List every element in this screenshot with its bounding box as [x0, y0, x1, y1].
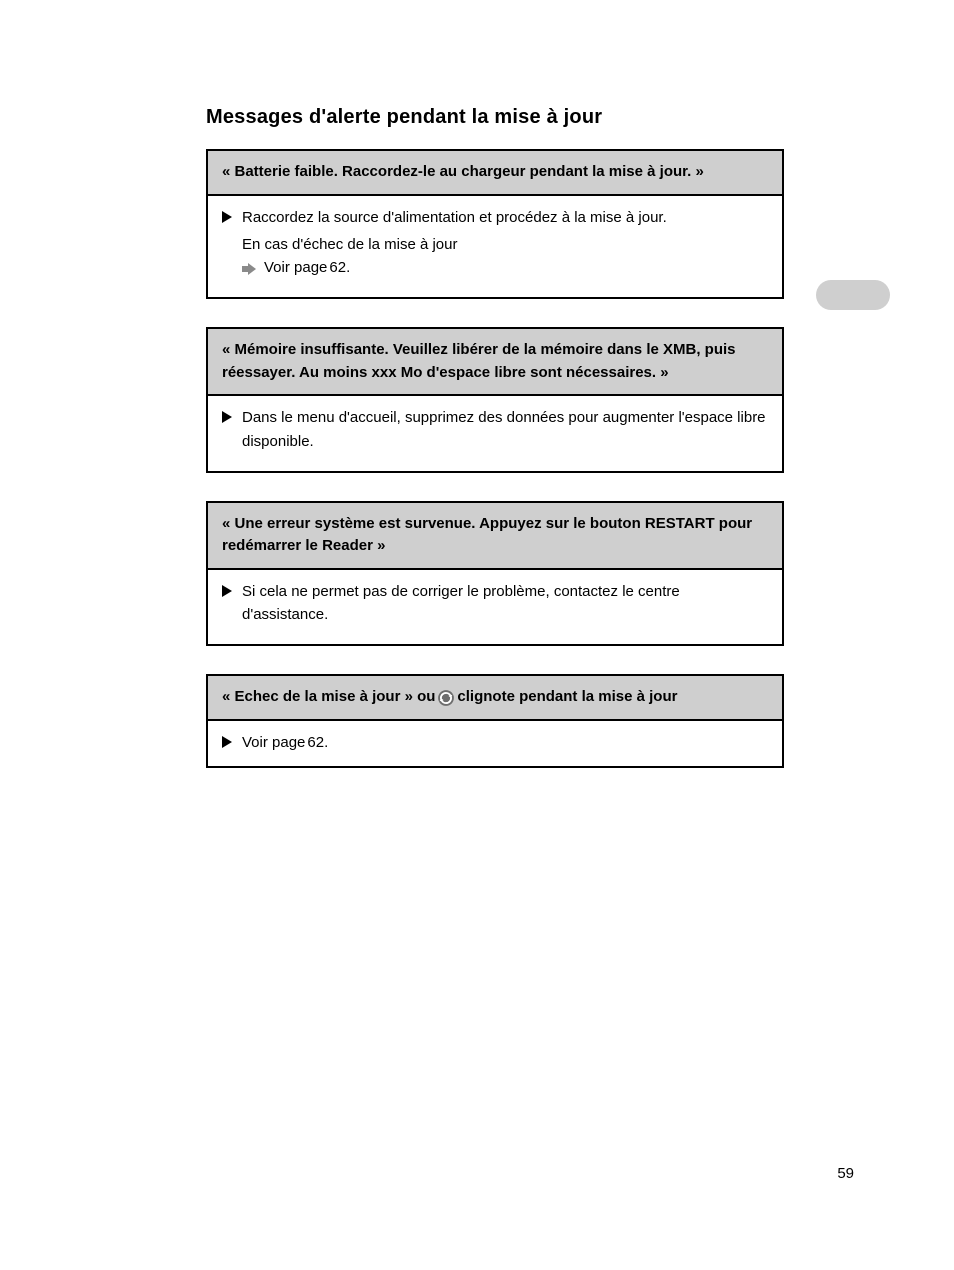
alert-note-row: En cas d'échec de la mise à jour — [222, 233, 768, 256]
alert-body: Voir page 62 . — [208, 721, 782, 766]
alert-see-page-row: Voir page 62 . — [222, 256, 768, 279]
alert-header-text: « Mémoire insuffisante. Veuillez libérer… — [222, 339, 768, 384]
alert-see-page-row: Voir page 62 . — [222, 731, 768, 754]
alert-header: « Une erreur système est survenue. Appuy… — [208, 503, 782, 570]
alert-header: « Mémoire insuffisante. Veuillez libérer… — [208, 329, 782, 396]
alert-action-text: Raccordez la source d'alimentation et pr… — [242, 206, 768, 229]
triangle-bullet-icon — [222, 211, 232, 223]
side-tab — [816, 280, 890, 310]
page: Messages d'alerte pendant la mise à jour… — [0, 0, 954, 1270]
alert-header: « Echec de la mise à jour » ou clignote … — [208, 676, 782, 721]
page-number: 59 — [837, 1165, 854, 1182]
period: . — [324, 731, 328, 754]
refresh-icon — [437, 689, 455, 707]
alert-body: Dans le menu d'accueil, supprimez des do… — [208, 396, 782, 471]
arrow-right-icon — [242, 263, 256, 275]
alert-box-memory: « Mémoire insuffisante. Veuillez libérer… — [206, 327, 784, 473]
alert-header-text: « Une erreur système est survenue. Appuy… — [222, 513, 768, 558]
alert-action-text: Si cela ne permet pas de corriger le pro… — [242, 580, 768, 627]
alert-action-row: Dans le menu d'accueil, supprimez des do… — [222, 406, 768, 453]
alert-header-text: « Batterie faible. Raccordez-le au charg… — [222, 161, 704, 184]
alert-box-system-error: « Une erreur système est survenue. Appuy… — [206, 501, 784, 647]
alert-header-pre: « Echec de la mise à jour » ou — [222, 686, 435, 709]
section-title: Messages d'alerte pendant la mise à jour — [206, 106, 784, 129]
alert-body: Raccordez la source d'alimentation et pr… — [208, 196, 782, 298]
alert-action-text: Dans le menu d'accueil, supprimez des do… — [242, 406, 768, 453]
alert-action-row: Si cela ne permet pas de corriger le pro… — [222, 580, 768, 627]
triangle-bullet-icon — [222, 736, 232, 748]
alert-action-row: Raccordez la source d'alimentation et pr… — [222, 206, 768, 229]
period: . — [346, 256, 350, 279]
page-link[interactable]: 62 — [329, 256, 346, 279]
alert-header-post: clignote pendant la mise à jour — [457, 686, 677, 709]
alert-box-low-battery: « Batterie faible. Raccordez-le au charg… — [206, 149, 784, 299]
triangle-bullet-icon — [222, 411, 232, 423]
see-page-prefix: Voir page — [242, 731, 305, 754]
alert-header: « Batterie faible. Raccordez-le au charg… — [208, 151, 782, 196]
alert-body: Si cela ne permet pas de corriger le pro… — [208, 570, 782, 645]
triangle-bullet-icon — [222, 585, 232, 597]
page-link[interactable]: 62 — [307, 731, 324, 754]
alert-box-update-failed: « Echec de la mise à jour » ou clignote … — [206, 674, 784, 768]
see-page-prefix: Voir page — [264, 256, 327, 279]
alert-note-text: En cas d'échec de la mise à jour — [242, 233, 768, 256]
content-area: Messages d'alerte pendant la mise à jour… — [206, 106, 784, 796]
